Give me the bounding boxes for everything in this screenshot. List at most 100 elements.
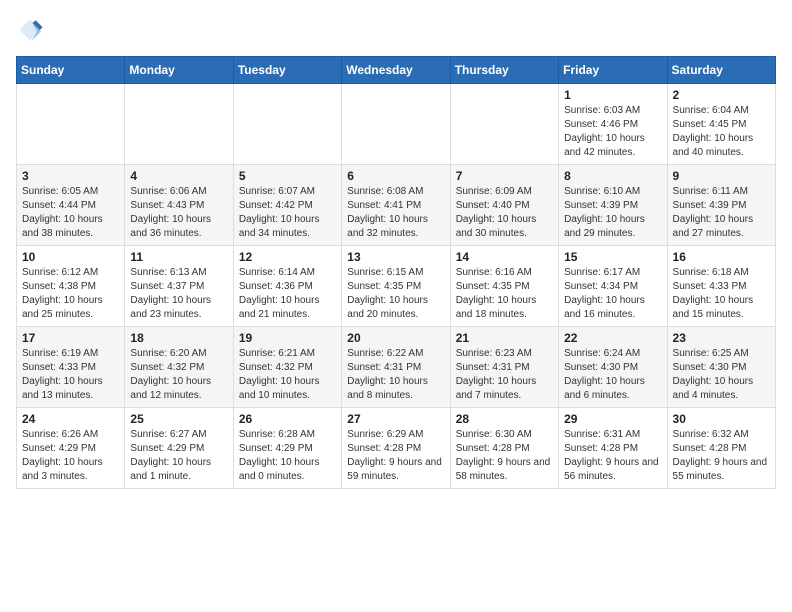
calendar-cell: 18 Sunrise: 6:20 AM Sunset: 4:32 PM Dayli… xyxy=(125,327,233,408)
calendar-cell: 21Sunrise: 6:23 AM Sunset: 4:31 PM Dayli… xyxy=(450,327,558,408)
calendar-day-header: Thursday xyxy=(450,57,558,84)
calendar-cell xyxy=(233,84,341,165)
calendar-cell: 25 Sunrise: 6:27 AM Sunset: 4:29 PM Dayli… xyxy=(125,408,233,489)
calendar-day-header: Sunday xyxy=(17,57,125,84)
calendar-cell: 5 Sunrise: 6:07 AM Sunset: 4:42 PM Daylig… xyxy=(233,165,341,246)
day-number: 29 xyxy=(564,412,661,426)
calendar-week-row: 3 Sunrise: 6:05 AM Sunset: 4:44 PM Daylig… xyxy=(17,165,776,246)
day-info: Sunrise: 6:27 AM Sunset: 4:29 PM Dayligh… xyxy=(130,428,227,484)
calendar-cell: 14 Sunrise: 6:16 AM Sunset: 4:35 PM Dayli… xyxy=(450,246,558,327)
day-info: Sunrise: 6:29 AM Sunset: 4:28 PM Dayligh… xyxy=(347,428,444,484)
calendar-week-row: 24Sunrise: 6:26 AM Sunset: 4:29 PM Dayli… xyxy=(17,408,776,489)
calendar-cell: 16 Sunrise: 6:18 AM Sunset: 4:33 PM Dayli… xyxy=(667,246,775,327)
calendar-table: SundayMondayTuesdayWednesdayThursdayFrid… xyxy=(16,56,776,489)
day-info: Sunrise: 6:32 AM Sunset: 4:28 PM Dayligh… xyxy=(673,428,770,484)
calendar-day-header: Saturday xyxy=(667,57,775,84)
day-number: 21 xyxy=(456,331,553,345)
day-number: 20 xyxy=(347,331,444,345)
day-number: 30 xyxy=(673,412,770,426)
day-info: Sunrise: 6:12 AM Sunset: 4:38 PM Dayligh… xyxy=(22,266,119,322)
day-info: Sunrise: 6:25 AM Sunset: 4:30 PM Dayligh… xyxy=(673,347,770,403)
day-info: Sunrise: 6:13 AM Sunset: 4:37 PM Dayligh… xyxy=(130,266,227,322)
day-number: 2 xyxy=(673,88,770,102)
page-header xyxy=(16,16,776,44)
calendar-cell: 29 Sunrise: 6:31 AM Sunset: 4:28 PM Dayli… xyxy=(559,408,667,489)
calendar-cell: 15 Sunrise: 6:17 AM Sunset: 4:34 PM Dayli… xyxy=(559,246,667,327)
day-number: 7 xyxy=(456,169,553,183)
calendar-cell: 12 Sunrise: 6:14 AM Sunset: 4:36 PM Dayli… xyxy=(233,246,341,327)
day-info: Sunrise: 6:14 AM Sunset: 4:36 PM Dayligh… xyxy=(239,266,336,322)
calendar-cell: 26Sunrise: 6:28 AM Sunset: 4:29 PM Dayli… xyxy=(233,408,341,489)
day-number: 9 xyxy=(673,169,770,183)
day-number: 18 xyxy=(130,331,227,345)
calendar-header-row: SundayMondayTuesdayWednesdayThursdayFrid… xyxy=(17,57,776,84)
day-number: 26 xyxy=(239,412,336,426)
day-number: 25 xyxy=(130,412,227,426)
calendar-cell: 22Sunrise: 6:24 AM Sunset: 4:30 PM Dayli… xyxy=(559,327,667,408)
day-number: 24 xyxy=(22,412,119,426)
logo xyxy=(16,16,48,44)
day-info: Sunrise: 6:07 AM Sunset: 4:42 PM Dayligh… xyxy=(239,185,336,241)
calendar-cell: 17 Sunrise: 6:19 AM Sunset: 4:33 PM Dayli… xyxy=(17,327,125,408)
calendar-cell: 9 Sunrise: 6:11 AM Sunset: 4:39 PM Daylig… xyxy=(667,165,775,246)
calendar-day-header: Monday xyxy=(125,57,233,84)
day-number: 12 xyxy=(239,250,336,264)
logo-icon xyxy=(16,16,44,44)
calendar-day-header: Tuesday xyxy=(233,57,341,84)
day-number: 17 xyxy=(22,331,119,345)
calendar-cell xyxy=(450,84,558,165)
day-number: 13 xyxy=(347,250,444,264)
calendar-day-header: Friday xyxy=(559,57,667,84)
day-number: 11 xyxy=(130,250,227,264)
calendar-cell: 4 Sunrise: 6:06 AM Sunset: 4:43 PM Daylig… xyxy=(125,165,233,246)
calendar-cell xyxy=(17,84,125,165)
day-info: Sunrise: 6:08 AM Sunset: 4:41 PM Dayligh… xyxy=(347,185,444,241)
day-number: 4 xyxy=(130,169,227,183)
day-info: Sunrise: 6:20 AM Sunset: 4:32 PM Dayligh… xyxy=(130,347,227,403)
calendar-cell: 23 Sunrise: 6:25 AM Sunset: 4:30 PM Dayli… xyxy=(667,327,775,408)
day-info: Sunrise: 6:30 AM Sunset: 4:28 PM Dayligh… xyxy=(456,428,553,484)
calendar-cell: 27 Sunrise: 6:29 AM Sunset: 4:28 PM Dayli… xyxy=(342,408,450,489)
day-info: Sunrise: 6:10 AM Sunset: 4:39 PM Dayligh… xyxy=(564,185,661,241)
day-number: 1 xyxy=(564,88,661,102)
day-info: Sunrise: 6:19 AM Sunset: 4:33 PM Dayligh… xyxy=(22,347,119,403)
day-info: Sunrise: 6:31 AM Sunset: 4:28 PM Dayligh… xyxy=(564,428,661,484)
calendar-day-header: Wednesday xyxy=(342,57,450,84)
calendar-cell: 8 Sunrise: 6:10 AM Sunset: 4:39 PM Daylig… xyxy=(559,165,667,246)
day-number: 14 xyxy=(456,250,553,264)
calendar-cell: 10 Sunrise: 6:12 AM Sunset: 4:38 PM Dayli… xyxy=(17,246,125,327)
calendar-week-row: 1 Sunrise: 6:03 AM Sunset: 4:46 PM Daylig… xyxy=(17,84,776,165)
day-number: 22 xyxy=(564,331,661,345)
calendar-week-row: 10 Sunrise: 6:12 AM Sunset: 4:38 PM Dayli… xyxy=(17,246,776,327)
day-number: 3 xyxy=(22,169,119,183)
calendar-cell xyxy=(342,84,450,165)
day-number: 8 xyxy=(564,169,661,183)
day-info: Sunrise: 6:09 AM Sunset: 4:40 PM Dayligh… xyxy=(456,185,553,241)
day-info: Sunrise: 6:11 AM Sunset: 4:39 PM Dayligh… xyxy=(673,185,770,241)
day-number: 27 xyxy=(347,412,444,426)
day-number: 10 xyxy=(22,250,119,264)
calendar-cell: 3 Sunrise: 6:05 AM Sunset: 4:44 PM Daylig… xyxy=(17,165,125,246)
calendar-cell: 11 Sunrise: 6:13 AM Sunset: 4:37 PM Dayli… xyxy=(125,246,233,327)
calendar-cell: 6Sunrise: 6:08 AM Sunset: 4:41 PM Daylig… xyxy=(342,165,450,246)
day-number: 28 xyxy=(456,412,553,426)
calendar-cell: 13Sunrise: 6:15 AM Sunset: 4:35 PM Dayli… xyxy=(342,246,450,327)
day-number: 15 xyxy=(564,250,661,264)
day-info: Sunrise: 6:22 AM Sunset: 4:31 PM Dayligh… xyxy=(347,347,444,403)
calendar-cell: 28 Sunrise: 6:30 AM Sunset: 4:28 PM Dayli… xyxy=(450,408,558,489)
calendar-cell xyxy=(125,84,233,165)
day-info: Sunrise: 6:06 AM Sunset: 4:43 PM Dayligh… xyxy=(130,185,227,241)
day-info: Sunrise: 6:16 AM Sunset: 4:35 PM Dayligh… xyxy=(456,266,553,322)
calendar-cell: 7 Sunrise: 6:09 AM Sunset: 4:40 PM Daylig… xyxy=(450,165,558,246)
day-number: 19 xyxy=(239,331,336,345)
calendar-cell: 1 Sunrise: 6:03 AM Sunset: 4:46 PM Daylig… xyxy=(559,84,667,165)
calendar-cell: 30 Sunrise: 6:32 AM Sunset: 4:28 PM Dayli… xyxy=(667,408,775,489)
calendar-cell: 24Sunrise: 6:26 AM Sunset: 4:29 PM Dayli… xyxy=(17,408,125,489)
day-info: Sunrise: 6:03 AM Sunset: 4:46 PM Dayligh… xyxy=(564,104,661,160)
day-number: 16 xyxy=(673,250,770,264)
day-info: Sunrise: 6:17 AM Sunset: 4:34 PM Dayligh… xyxy=(564,266,661,322)
day-number: 5 xyxy=(239,169,336,183)
day-info: Sunrise: 6:05 AM Sunset: 4:44 PM Dayligh… xyxy=(22,185,119,241)
day-number: 23 xyxy=(673,331,770,345)
day-info: Sunrise: 6:18 AM Sunset: 4:33 PM Dayligh… xyxy=(673,266,770,322)
